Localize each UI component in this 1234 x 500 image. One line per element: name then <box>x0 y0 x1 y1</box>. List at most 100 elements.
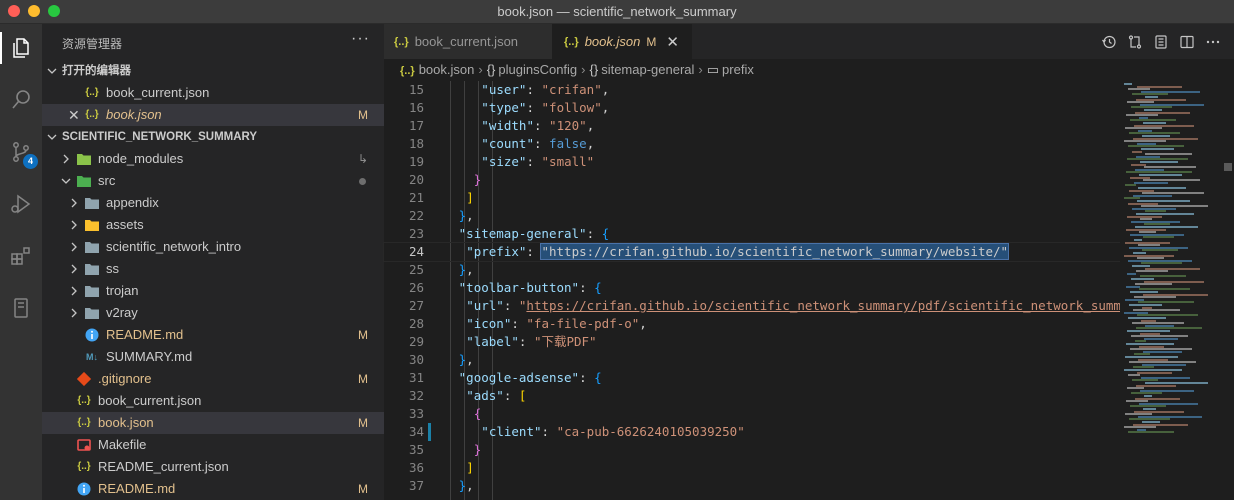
code-token: : <box>533 118 550 133</box>
editor-area: {..} book_current.json {..} book.json M … <box>383 24 1234 500</box>
breadcrumb-item[interactable]: pluginsConfig <box>498 62 577 77</box>
search-icon[interactable] <box>5 84 37 116</box>
tree-item-src-readme[interactable]: README.md M <box>42 324 384 346</box>
line-number: 20 <box>408 172 424 187</box>
tree-item-assets[interactable]: assets <box>42 214 384 236</box>
vertical-scrollbar[interactable] <box>1224 81 1234 500</box>
code-line[interactable]: 34 "client": "ca-pub-6626240105039250" <box>384 423 1120 441</box>
code-line[interactable]: 33 { <box>384 405 1120 423</box>
tree-item-readme[interactable]: README.md M <box>42 478 384 500</box>
code-line[interactable]: 28 "icon": "fa-file-pdf-o", <box>384 315 1120 333</box>
chevron-right-icon <box>68 302 80 324</box>
code-text: }, <box>459 477 474 495</box>
code-line[interactable]: 31 "google-adsense": { <box>384 369 1120 387</box>
tree-item-makefile[interactable]: Makefile <box>42 434 384 456</box>
code-line[interactable]: 17 "width": "120", <box>384 117 1120 135</box>
minimap-line <box>1125 184 1136 187</box>
code-token: { <box>594 280 602 295</box>
close-icon[interactable]: ✕ <box>68 104 80 126</box>
code-line[interactable]: 26 "toolbar-button": { <box>384 279 1120 297</box>
split-editor-icon[interactable] <box>1174 31 1200 53</box>
code-token: } <box>473 172 482 187</box>
code-line[interactable]: 19 "size": "small" <box>384 153 1120 171</box>
code-line[interactable]: 16 "type": "follow", <box>384 99 1120 117</box>
tree-item-label: node_modules <box>98 151 184 166</box>
code-editor[interactable]: 15 "user": "crifan", 16 "type": "follow", 17… <box>383 81 1234 500</box>
code-line[interactable]: 25}, <box>384 261 1120 279</box>
timeline-icon[interactable] <box>1096 31 1122 53</box>
tree-item-node-modules[interactable]: node_modules ↳ <box>42 148 384 170</box>
code-text: }, <box>459 261 474 279</box>
tab-book-json[interactable]: {..} book.json M ✕ <box>552 24 692 59</box>
code-line[interactable]: 21] <box>384 189 1120 207</box>
tree-item-trojan[interactable]: trojan <box>42 280 384 302</box>
node-folder-icon <box>76 151 92 167</box>
breadcrumb-item[interactable]: prefix <box>722 62 754 77</box>
open-editor-item[interactable]: {..} book_current.json <box>42 82 384 104</box>
tree-item-book-json[interactable]: {..} book.json M <box>42 412 384 434</box>
tree-item-readme-current[interactable]: {..} README_current.json <box>42 456 384 478</box>
code-line[interactable]: 36] <box>384 459 1120 477</box>
source-control-icon[interactable]: 4 <box>5 136 38 169</box>
tree-item-appendix[interactable]: appendix <box>42 192 384 214</box>
more-actions-icon[interactable]: ··· <box>351 30 370 48</box>
code-line[interactable]: 29 "label": "下载PDF" <box>384 333 1120 351</box>
more-actions-icon[interactable] <box>1200 31 1226 53</box>
code-text: ] <box>466 459 474 477</box>
code-line[interactable]: 24 "prefix": "https://crifan.github.io/sc… <box>383 242 1121 262</box>
code-token: "type" <box>481 100 527 115</box>
minimap[interactable] <box>1120 81 1234 500</box>
open-editor-item[interactable]: ✕ {..} book.json M <box>42 104 384 126</box>
minimap-line <box>1128 374 1140 377</box>
json-file-icon: {..} <box>85 87 99 98</box>
open-editors-section[interactable]: 打开的编辑器 <box>42 60 384 82</box>
markdown-icon: M↓ <box>86 352 98 362</box>
remote-explorer-icon[interactable] <box>5 292 37 324</box>
open-changes-icon[interactable] <box>1122 31 1148 53</box>
code-line[interactable]: 27 "url": "https://crifan.github.io/scien… <box>384 297 1121 315</box>
tree-item-gitignore[interactable]: .gitignore M <box>42 368 384 390</box>
code-token: { <box>594 370 602 385</box>
code-line[interactable]: 32 "ads": [ <box>384 387 1120 405</box>
tree-item-ss[interactable]: ss <box>42 258 384 280</box>
git-icon <box>76 371 92 387</box>
code-token: { <box>473 406 482 421</box>
tree-item-src[interactable]: src <box>42 170 384 192</box>
code-line[interactable]: 22}, <box>384 207 1120 225</box>
code-token: "toolbar-button" <box>458 280 580 295</box>
run-debug-icon[interactable] <box>5 188 37 220</box>
code-line[interactable]: 18 "count": false, <box>384 135 1120 153</box>
tab-label: book.json <box>584 34 641 49</box>
code-text: ] <box>466 189 474 207</box>
code-line[interactable]: 23 "sitemap-general": { <box>384 225 1120 243</box>
line-number: 37 <box>408 478 424 493</box>
code-line[interactable]: 35} <box>384 441 1120 459</box>
explorer-icon[interactable] <box>0 32 37 64</box>
workspace-section[interactable]: SCIENTIFIC_NETWORK_SUMMARY <box>42 126 384 148</box>
code-line[interactable]: 37}, <box>384 477 1120 495</box>
extensions-icon[interactable] <box>5 240 37 272</box>
tree-item-label: README.md <box>98 481 176 496</box>
code-line[interactable]: 15 "user": "crifan", <box>384 81 1120 99</box>
preview-icon[interactable] <box>1148 31 1174 53</box>
code-line[interactable]: 30}, <box>384 351 1120 369</box>
breadcrumb-item[interactable]: sitemap-general <box>601 62 694 77</box>
tree-item-book-current[interactable]: {..} book_current.json <box>42 390 384 412</box>
tree-item-summary[interactable]: M↓ SUMMARY.md <box>42 346 384 368</box>
close-icon[interactable]: ✕ <box>666 33 679 51</box>
minimap-line <box>1144 337 1178 340</box>
tree-item-scientific-network-intro[interactable]: scientific_network_intro <box>42 236 384 258</box>
modified-gutter-indicator <box>428 423 431 441</box>
code-token: "ads" <box>466 388 504 403</box>
scrollbar-thumb[interactable] <box>1224 163 1232 171</box>
code-token: , <box>639 316 647 331</box>
tab-book-current-json[interactable]: {..} book_current.json <box>384 24 552 59</box>
code-text: "count": false, <box>481 135 594 153</box>
breadcrumb-file[interactable]: book.json <box>419 62 475 77</box>
code-token: "count" <box>481 136 534 151</box>
code-token: "google-adsense" <box>458 370 580 385</box>
tree-item-v2ray[interactable]: v2ray <box>42 302 384 324</box>
code-token: , <box>466 478 474 493</box>
code-token: : <box>533 136 550 151</box>
code-line[interactable]: 20} <box>384 171 1120 189</box>
